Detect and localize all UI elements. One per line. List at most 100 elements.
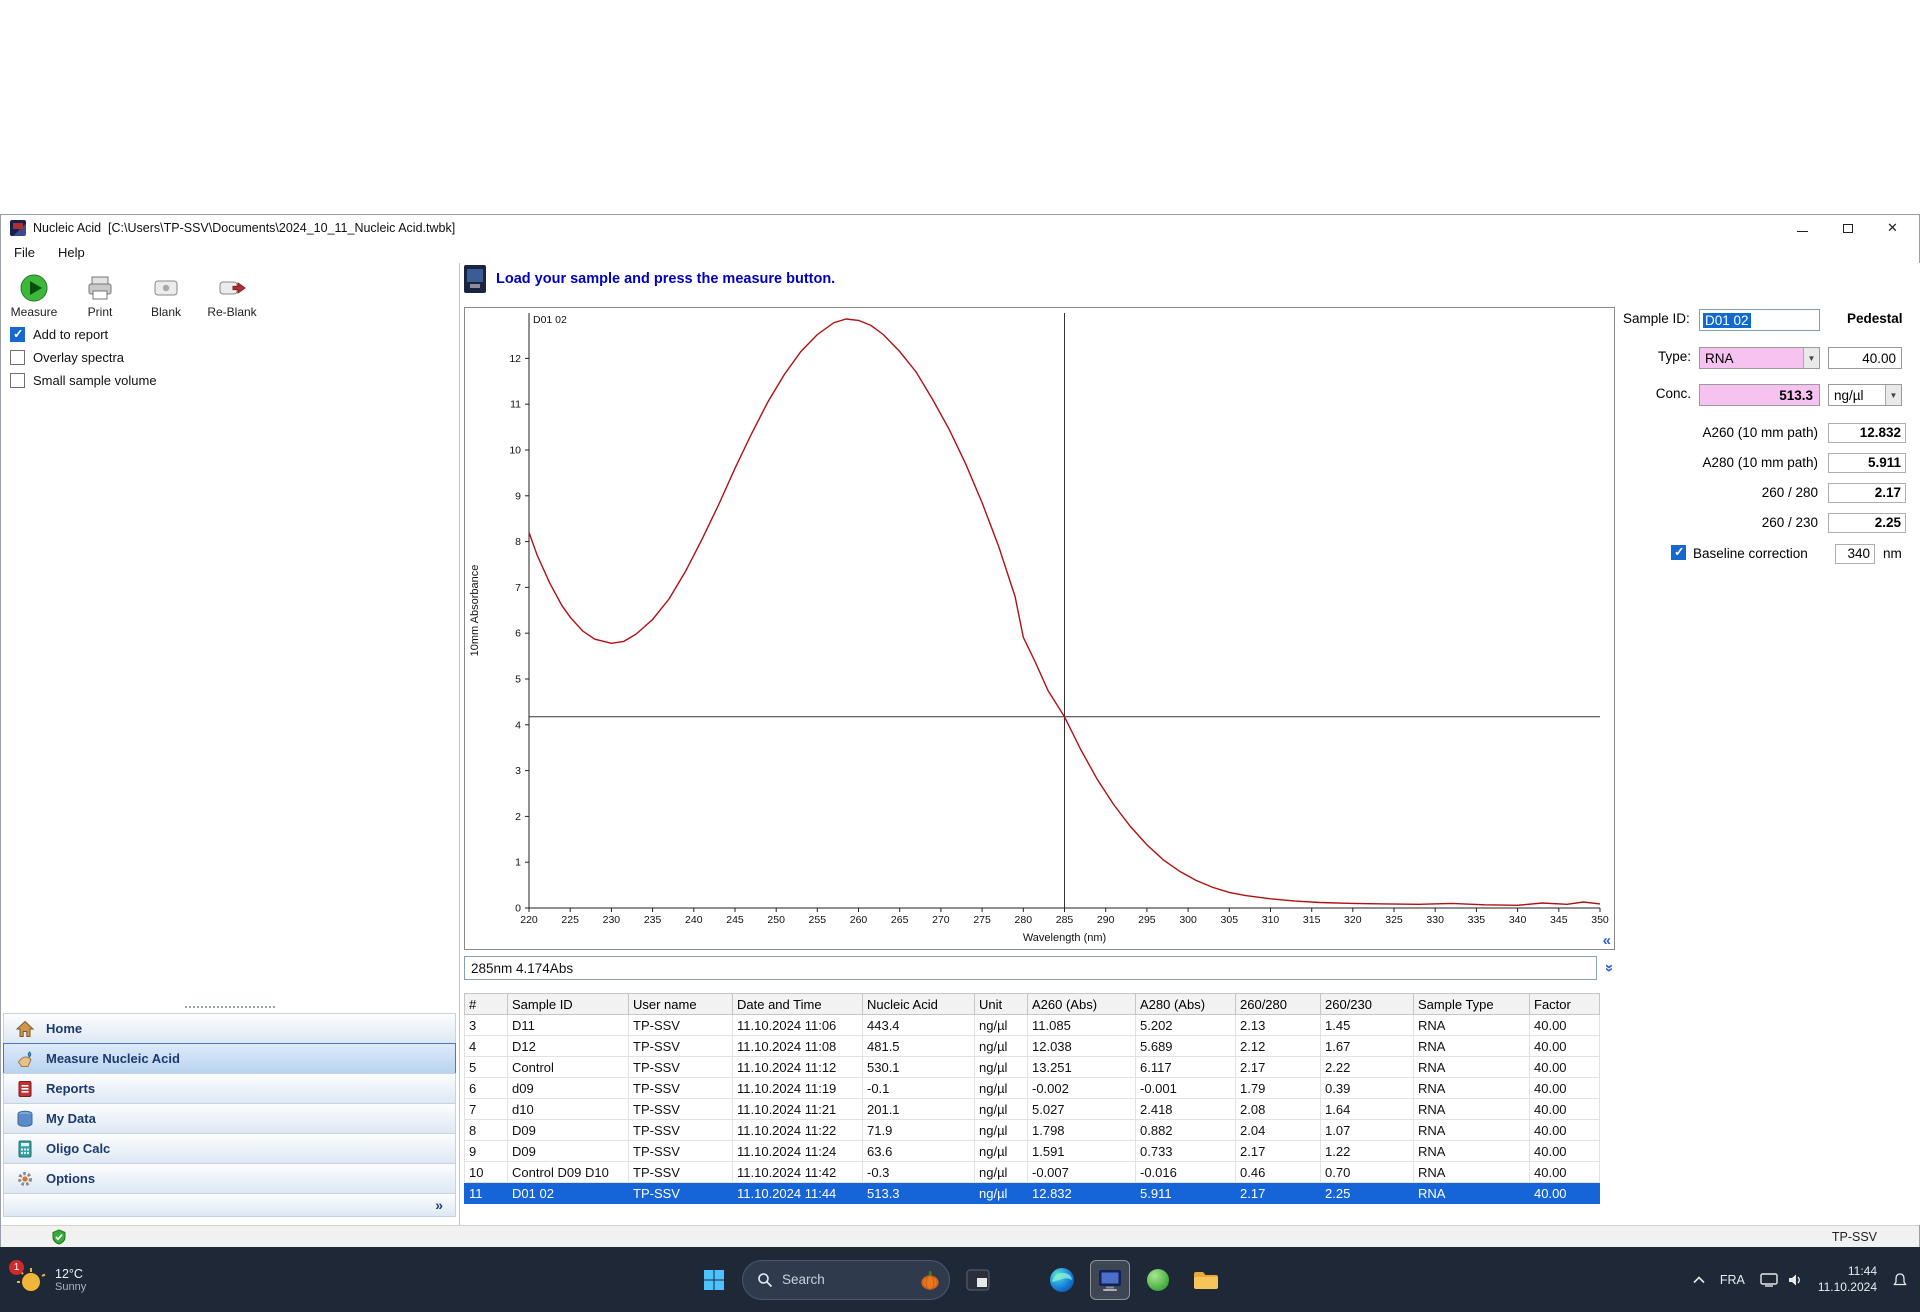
reblank-icon [217,271,247,305]
sidebar-item-options[interactable]: Options [3,1163,456,1194]
taskbar: 1 12°C Sunny Search FRA 11:44 11.10.2024 [0,1247,1920,1312]
blank-button[interactable]: Blank [139,271,193,319]
edge-browser-icon[interactable] [1042,1260,1082,1300]
table-row[interactable]: 4 D12 TP-SSV 11.10.2024 11:08 481.5 ng/µl 12.0… [464,1035,1600,1057]
table-header-cell[interactable]: 260/280 [1235,993,1321,1015]
sidebar-item-label: Oligo Calc [46,1141,111,1156]
tray-system-icons[interactable] [1760,1272,1803,1287]
table-cell: 11.10.2024 11:21 [732,1098,863,1120]
task-view-icon[interactable] [958,1260,998,1300]
table-header-cell[interactable]: Nucleic Acid [862,993,975,1015]
small-sample-volume-option[interactable]: Small sample volume [10,373,157,388]
table-row[interactable]: 7 d10 TP-SSV 11.10.2024 11:21 201.1 ng/µl 5.02… [464,1098,1600,1120]
table-cell: 1.67 [1320,1035,1414,1057]
taskbar-search[interactable]: Search [742,1259,950,1300]
type-dropdown[interactable]: RNA ▼ [1699,347,1820,369]
x-axis-ticks: 220 225 230 235 240 245 250 255 260 265 270 275 280 2… [520,908,1609,926]
table-header-cell[interactable]: # [464,993,508,1015]
table-cell: 5.689 [1135,1035,1236,1057]
language-indicator[interactable]: FRA [1720,1273,1745,1287]
sample-id-input[interactable]: D01 02 [1699,309,1820,331]
table-cell: 6 [464,1077,508,1099]
table-row[interactable]: 10 Control D09 D10 TP-SSV 11.10.2024 11:42-… [464,1161,1600,1183]
table-cell: 11.10.2024 11:19 [732,1077,863,1099]
a280-label: A280 (10 mm path) [1702,455,1818,470]
conc-label: Conc. [1655,386,1691,401]
results-table[interactable]: # Sample ID User name Date and Time Nucleic … [464,993,1600,1204]
close-button[interactable]: ✕ [1870,215,1915,241]
file-explorer-icon[interactable] [1186,1260,1226,1300]
sidebar-item-reports[interactable]: Reports [3,1073,456,1104]
table-header-cell[interactable]: Unit [974,993,1028,1015]
green-app-icon[interactable] [1138,1260,1178,1300]
nav-grip[interactable] [184,1006,275,1009]
table-row[interactable]: 8 D09 TP-SSV 11.10.2024 11:22 71.9 ng/µl 1.798… [464,1119,1600,1141]
table-header-cell[interactable]: 260/230 [1320,993,1414,1015]
app-window: Nucleic Acid [C:\Users\TP-SSV\Documents\… [0,214,1920,1247]
tray-chevron-up-icon[interactable] [1693,1275,1705,1284]
add-to-report-option[interactable]: Add to report [10,326,157,342]
table-row[interactable]: 3 D11 TP-SSV 11.10.2024 11:06 443.4 ng/µl 11.0… [464,1014,1600,1036]
notification-bell-icon[interactable] [1892,1272,1908,1288]
factor-field[interactable]: 40.00 [1828,347,1902,369]
spectra-chart[interactable]: 220 225 230 235 240 245 250 255 260 265 270 275 280 2… [465,308,1614,949]
chevron-down-icon[interactable]: ▼ [1885,385,1901,405]
menu-file[interactable]: File [14,245,35,260]
sidebar-item-home[interactable]: Home [3,1013,456,1044]
sidebar-item-measure-nucleic-acid[interactable]: Measure Nucleic Acid [3,1043,456,1074]
nucleic-acid-app-icon[interactable] [1090,1259,1130,1300]
table-header-cell[interactable]: Date and Time [732,993,863,1015]
table-cell: -0.007 [1027,1161,1136,1183]
add-to-report-checkbox[interactable] [10,326,25,342]
table-header-cell[interactable]: A280 (Abs) [1135,993,1236,1015]
table-header-cell[interactable]: A260 (Abs) [1027,993,1136,1015]
start-button[interactable] [694,1260,734,1300]
report-options: Add to report Overlay spectra Small samp… [10,326,157,388]
blank-label: Blank [150,305,182,319]
taskbar-clock[interactable]: 11:44 11.10.2024 [1818,1264,1877,1295]
small-sample-volume-checkbox[interactable] [10,373,25,388]
taskbar-weather-widget[interactable]: 1 12°C Sunny [9,1247,86,1312]
table-cell: ng/µl [974,1119,1028,1141]
table-cell: 11.10.2024 11:22 [732,1119,863,1141]
svg-text:290: 290 [1097,914,1115,926]
table-cell: 11.10.2024 11:12 [732,1056,863,1078]
table-row[interactable]: 5 Control TP-SSV 11.10.2024 11:12 530.1 ng/µl… [464,1056,1600,1078]
sidebar-item-oligo-calc[interactable]: Oligo Calc [3,1133,456,1164]
table-row[interactable]: 9 D09 TP-SSV 11.10.2024 11:24 63.6 ng/µl 1.591… [464,1140,1600,1162]
nav-expander-button[interactable]: » [3,1193,456,1217]
conc-unit-dropdown[interactable]: ng/µl ▼ [1828,384,1902,406]
reblank-button[interactable]: Re-Blank [205,271,259,319]
window-title: Nucleic Acid [C:\Users\TP-SSV\Documents\… [33,221,456,235]
svg-text:265: 265 [891,914,909,926]
menu-help[interactable]: Help [58,245,85,260]
a260-label: A260 (10 mm path) [1702,425,1818,440]
baseline-correction-checkbox[interactable] [1671,544,1686,560]
print-button[interactable]: Print [73,271,127,319]
sidebar-item-my-data[interactable]: My Data [3,1103,456,1134]
minimize-button[interactable] [1780,215,1825,241]
table-row[interactable]: 6 d09 TP-SSV 11.10.2024 11:19 -0.1 ng/µl -0.00… [464,1077,1600,1099]
chevron-down-icon[interactable]: ▼ [1803,348,1819,368]
app-icon [10,220,26,236]
table-cell: TP-SSV [628,1161,733,1183]
search-placeholder: Search [782,1272,825,1287]
search-highlight-pumpkin-icon [921,1270,939,1290]
table-cell: -0.016 [1135,1161,1236,1183]
overlay-spectra-option[interactable]: Overlay spectra [10,350,157,365]
table-header-cell[interactable]: Sample Type [1413,993,1530,1015]
clock-time: 11:44 [1847,1263,1877,1278]
chevrons-collapse-icon[interactable]: « [1603,933,1611,948]
table-cell: 0.39 [1320,1077,1414,1099]
table-header-cell[interactable]: Factor [1529,993,1600,1015]
measure-button[interactable]: Measure [7,271,61,319]
svg-text:2: 2 [515,811,521,823]
a280-value: 5.911 [1828,453,1906,473]
overlay-spectra-checkbox[interactable] [10,350,25,365]
table-row[interactable]: 11 D01 02 TP-SSV 11.10.2024 11:44 513.3 ng/µl… [464,1182,1600,1204]
table-header-cell[interactable]: Sample ID [507,993,629,1015]
baseline-wavelength-field[interactable]: 340 [1835,544,1875,564]
table-header-cell[interactable]: User name [628,993,733,1015]
maximize-button[interactable] [1825,215,1870,241]
table-cell: ng/µl [974,1014,1028,1036]
